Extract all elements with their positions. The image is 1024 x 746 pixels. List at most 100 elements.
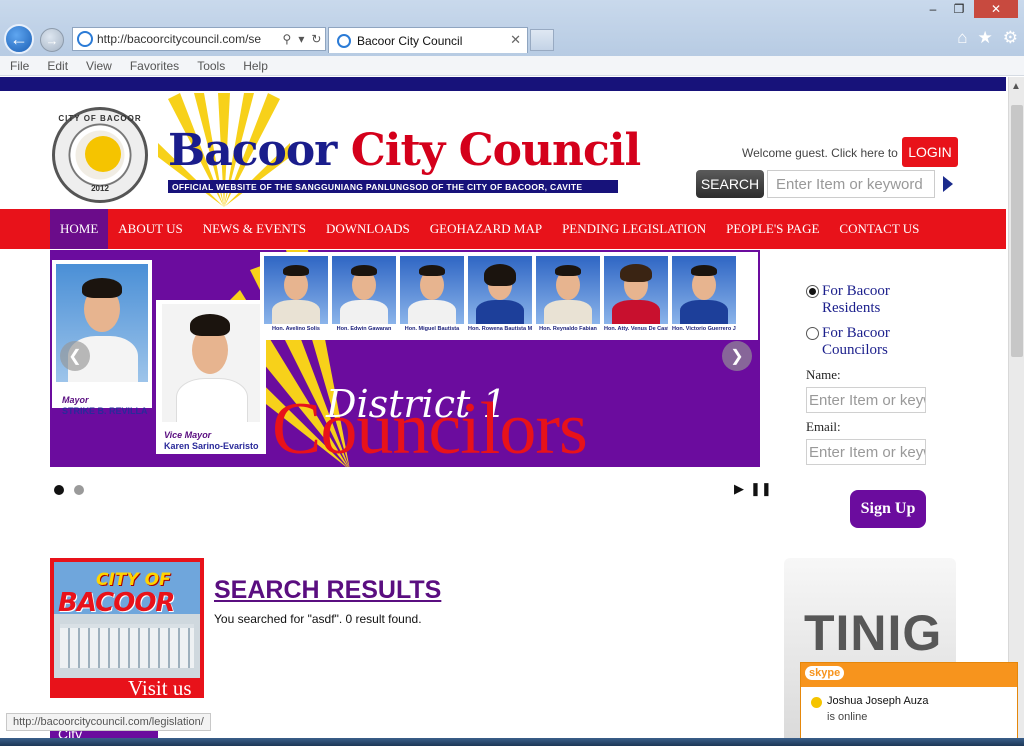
- councilor-name: Hon. Victorio Guerrero Jr.: [672, 326, 736, 332]
- restore-button[interactable]: ❐: [946, 0, 972, 18]
- vice-mayor-role: Vice Mayor: [164, 430, 212, 440]
- visit-bacoor-text: BACOOR: [58, 588, 175, 618]
- councilor-name: Hon. Reynaldo Fabian: [539, 326, 597, 332]
- slider-dot-2[interactable]: [74, 485, 84, 495]
- menu-tools[interactable]: Tools: [197, 59, 225, 73]
- site-subtitle: OFFICIAL WEBSITE OF THE SANGGUNIANG PANL…: [168, 180, 618, 193]
- gear-icon[interactable]: ⚙: [1003, 28, 1018, 48]
- site-search-input[interactable]: [767, 170, 935, 198]
- scroll-up-icon[interactable]: ▲: [1011, 81, 1021, 92]
- option-councilors-label: For Bacoor Councilors: [822, 325, 890, 358]
- menu-file[interactable]: File: [10, 59, 29, 73]
- city-hall-image: CITY OF BACOOR: [54, 562, 200, 678]
- nav-peoples-page[interactable]: PEOPLE'S PAGE: [716, 209, 829, 249]
- menu-edit[interactable]: Edit: [47, 59, 68, 73]
- slider-prev-button[interactable]: ❮: [60, 341, 90, 371]
- refresh-icon[interactable]: ↻: [311, 32, 321, 46]
- councilor-card: Hon. Avelino Solis: [264, 256, 328, 336]
- nav-contact-us[interactable]: CONTACT US: [829, 209, 929, 249]
- councilor-name: Hon. Rowena Bautista Mendiola: [468, 326, 532, 332]
- login-button[interactable]: LOGIN: [902, 137, 958, 167]
- city-seal-logo[interactable]: CITY OF BACOOR 2012: [52, 107, 148, 203]
- browser-tab[interactable]: Bacoor City Council ✕: [328, 27, 528, 53]
- slider-controls: ▶ ❚❚: [734, 481, 772, 497]
- radio-councilors[interactable]: [806, 327, 819, 340]
- skype-contact-name: Joshua Joseph Auza: [827, 695, 929, 707]
- dropdown-icon[interactable]: ▾: [298, 32, 304, 46]
- site-title[interactable]: Bacoor City Council: [168, 125, 642, 176]
- mayor-card: Mayor STRIKE B. REVILLA: [52, 260, 152, 416]
- skype-notification[interactable]: skype Joshua Joseph Auza is online: [800, 662, 1018, 746]
- nav-downloads[interactable]: DOWNLOADS: [316, 209, 420, 249]
- nav-home[interactable]: HOME: [50, 209, 109, 249]
- search-results-heading[interactable]: SEARCH RESULTS: [214, 576, 441, 605]
- menu-help[interactable]: Help: [243, 59, 268, 73]
- search-button[interactable]: SEARCH: [696, 170, 764, 198]
- menu-view[interactable]: View: [86, 59, 112, 73]
- vice-mayor-photo: [162, 304, 260, 422]
- banner-slider[interactable]: Mayor STRIKE B. REVILLA Vice Mayor Karen…: [50, 250, 760, 467]
- email-label: Email:: [806, 419, 841, 434]
- home-icon[interactable]: ⌂: [957, 28, 967, 48]
- windows-taskbar: [0, 738, 1024, 746]
- seal-year: 2012: [91, 184, 109, 193]
- close-tab-icon[interactable]: ✕: [510, 32, 521, 48]
- status-url: http://bacoorcitycouncil.com/legislation…: [6, 713, 211, 731]
- name-field[interactable]: [806, 387, 926, 413]
- menu-favorites[interactable]: Favorites: [130, 59, 179, 73]
- ie-logo-icon: [77, 31, 93, 47]
- nav-pending-legislation[interactable]: PENDING LEGISLATION: [552, 209, 716, 249]
- play-icon[interactable]: ▶: [734, 481, 744, 497]
- councilor-name: Hon. Miguel Bautista: [404, 326, 460, 332]
- clock-icon: [811, 697, 822, 708]
- tab-title: Bacoor City Council: [357, 33, 463, 48]
- main-nav: HOME ABOUT US NEWS & EVENTS DOWNLOADS GE…: [0, 209, 1006, 249]
- play-arrow-icon[interactable]: [943, 176, 953, 192]
- minimize-button[interactable]: –: [920, 0, 946, 18]
- slider-next-button[interactable]: ❯: [722, 341, 752, 371]
- vice-mayor-name: Karen Sarino-Evaristo: [164, 441, 259, 451]
- option-residents[interactable]: For Bacoor Residents: [806, 283, 936, 317]
- page-scrollbar[interactable]: ▲: [1008, 77, 1024, 746]
- skype-logo: skype: [805, 666, 845, 680]
- star-icon[interactable]: ★: [978, 28, 993, 48]
- title-word-council: City Council: [350, 125, 642, 176]
- nav-about-us[interactable]: ABOUT US: [108, 209, 192, 249]
- councilor-card: Hon. Edwin Gawaran: [332, 256, 396, 336]
- pause-icon[interactable]: ❚❚: [750, 481, 772, 497]
- mayor-role: Mayor: [62, 395, 89, 405]
- signup-button[interactable]: Sign Up: [850, 490, 926, 528]
- search-results-text: You searched for "asdf". 0 result found.: [214, 612, 422, 626]
- councilor-name: Hon. Avelino Solis: [272, 326, 320, 332]
- radio-residents[interactable]: [806, 285, 819, 298]
- councilor-card: Hon. Reynaldo Fabian: [536, 256, 600, 336]
- newsletter-signup: For Bacoor Residents For Bacoor Councilo…: [806, 283, 936, 465]
- visit-us-text: Visit us: [128, 676, 192, 700]
- skype-header: skype: [801, 663, 1017, 687]
- ie-favicon-icon: [337, 33, 351, 48]
- close-window-button[interactable]: ✕: [974, 0, 1018, 18]
- search-icon[interactable]: ⚲: [283, 32, 292, 46]
- name-label: Name:: [806, 367, 841, 382]
- slider-dot-1[interactable]: [54, 485, 64, 495]
- scroll-thumb[interactable]: [1011, 105, 1023, 357]
- address-bar[interactable]: http://bacoorcitycouncil.com/se ⚲ ▾ ↻: [72, 27, 326, 51]
- menu-bar: File Edit View Favorites Tools Help: [0, 56, 1024, 76]
- back-button[interactable]: ←: [4, 24, 34, 54]
- option-councilors[interactable]: For Bacoor Councilors: [806, 325, 936, 359]
- councilor-card: Hon. Atty. Venus De Castro: [604, 256, 668, 336]
- email-field[interactable]: [806, 439, 926, 465]
- councilor-name: Hon. Edwin Gawaran: [336, 326, 392, 332]
- nav-news-events[interactable]: NEWS & EVENTS: [193, 209, 316, 249]
- chevron-left-icon: ❮: [68, 348, 82, 365]
- forward-button[interactable]: →: [40, 28, 64, 52]
- nav-geohazard-map[interactable]: GEOHAZARD MAP: [420, 209, 552, 249]
- councilor-card: Hon. Miguel Bautista: [400, 256, 464, 336]
- seal-text: CITY OF BACOOR: [58, 114, 142, 123]
- new-tab-button[interactable]: [530, 29, 554, 51]
- top-band: [0, 77, 1006, 91]
- arrow-left-icon: ←: [10, 28, 28, 49]
- address-text[interactable]: http://bacoorcitycouncil.com/se: [97, 32, 279, 46]
- option-residents-label: For Bacoor Residents: [822, 283, 890, 316]
- visit-bacoor-banner[interactable]: CITY OF BACOOR Visit us: [50, 558, 204, 700]
